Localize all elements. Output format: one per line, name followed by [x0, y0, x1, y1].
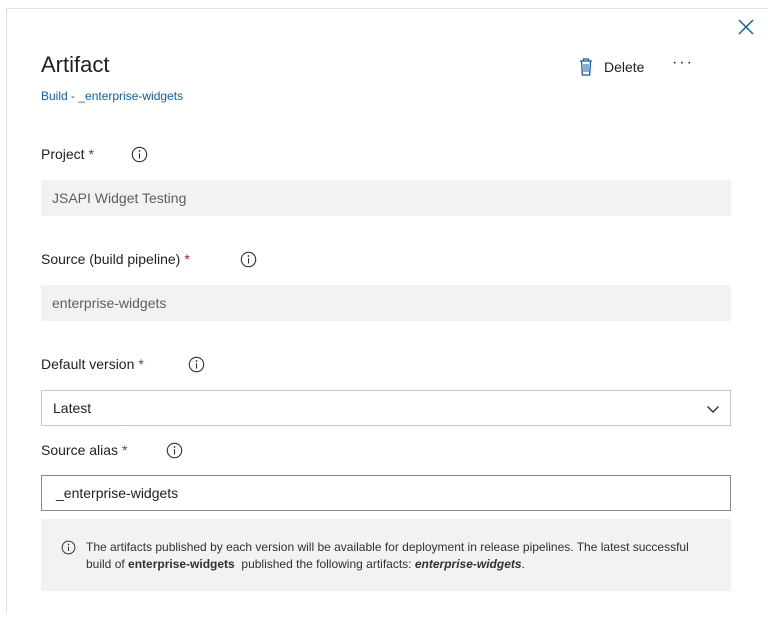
project-field: JSAPI Widget Testing — [41, 180, 731, 216]
source-alias-label-text: Source alias — [41, 442, 119, 458]
project-label-text: Project — [41, 146, 85, 162]
source-alias-input[interactable]: _enterprise-widgets — [41, 475, 731, 511]
required-mark: * — [184, 251, 190, 267]
required-mark: * — [138, 356, 144, 372]
project-label: Project * — [41, 146, 94, 162]
required-mark: * — [122, 442, 128, 458]
source-alias-label: Source alias * — [41, 442, 128, 458]
info-icon[interactable] — [240, 251, 257, 268]
default-version-select[interactable]: Latest — [41, 390, 731, 426]
source-label: Source (build pipeline) * — [41, 251, 190, 267]
default-version-label: Default version * — [41, 356, 144, 372]
more-icon[interactable]: ··· — [672, 54, 694, 72]
delete-button[interactable]: Delete — [578, 56, 644, 78]
close-icon[interactable] — [736, 17, 756, 37]
delete-label: Delete — [604, 59, 645, 75]
breadcrumb[interactable]: Build - _enterprise-widgets — [41, 89, 183, 103]
note-text-3: . — [521, 557, 525, 571]
source-label-text: Source (build pipeline) — [41, 251, 181, 267]
info-icon[interactable] — [131, 146, 148, 163]
note-text-2: published the following artifacts: — [234, 557, 415, 571]
required-mark: * — [88, 146, 95, 162]
note-artifact-name: enterprise-widgets — [414, 557, 522, 571]
default-version-label-text: Default version — [41, 356, 135, 372]
page-title: Artifact — [41, 52, 110, 77]
info-icon[interactable] — [188, 356, 205, 373]
chevron-down-icon — [707, 406, 719, 413]
info-icon[interactable] — [166, 442, 183, 459]
trash-icon — [580, 58, 592, 76]
info-icon — [61, 540, 76, 555]
note-build-name: enterprise-widgets — [128, 557, 235, 571]
source-field: enterprise-widgets — [41, 285, 731, 321]
info-note: The artifacts published by each version … — [41, 519, 731, 591]
default-version-value: Latest — [53, 400, 92, 416]
